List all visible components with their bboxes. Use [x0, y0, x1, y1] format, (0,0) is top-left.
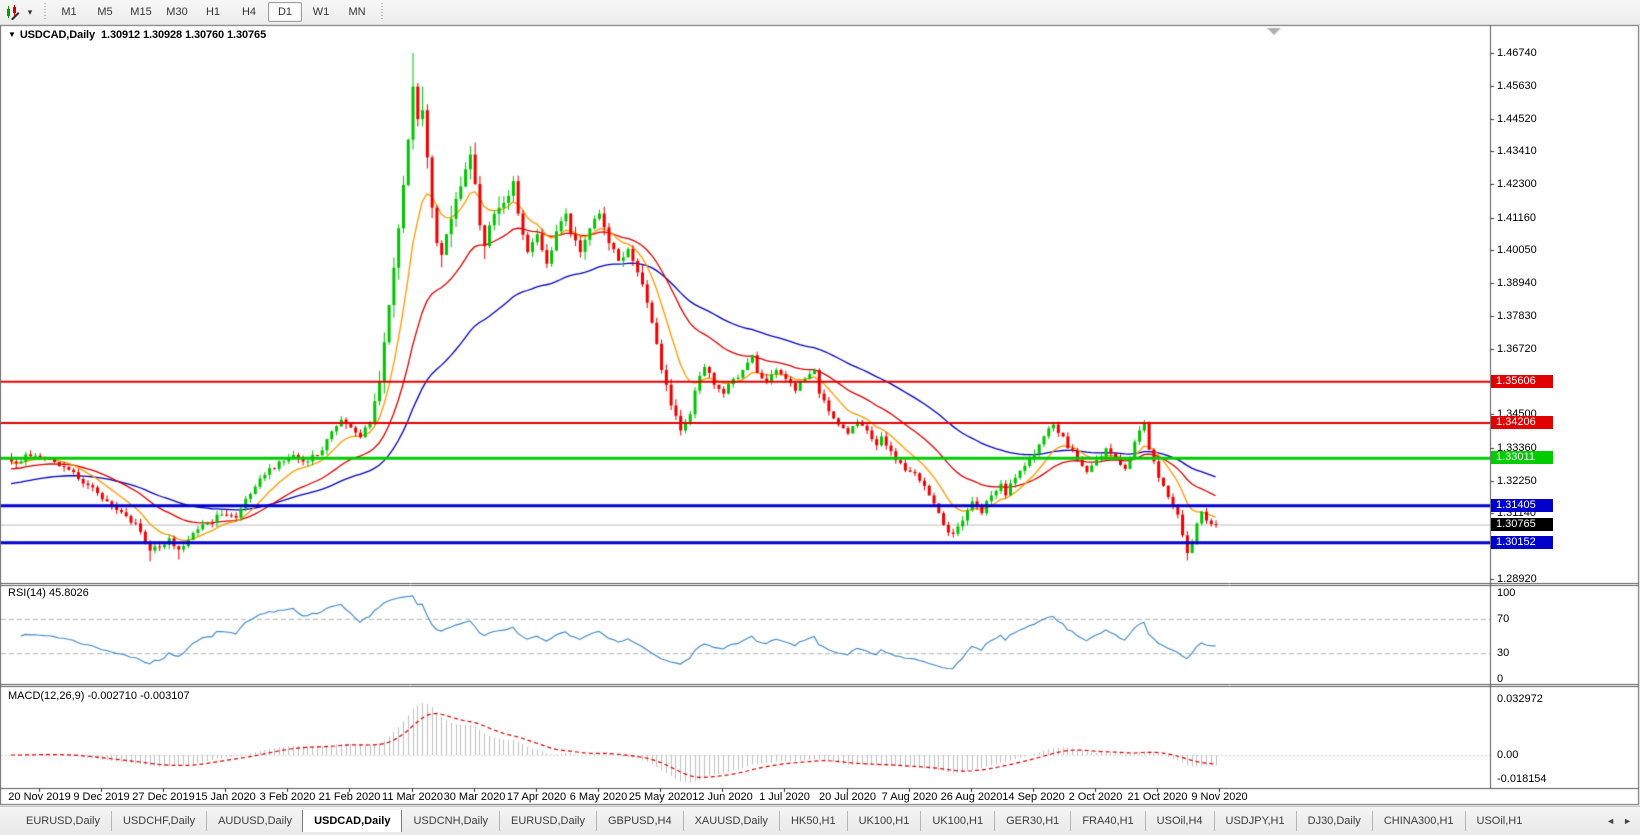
timeframe-buttons: M1 M5 M15 M30 H1 H4 D1 W1 MN: [52, 2, 374, 22]
timeframe-button-m5[interactable]: M5: [88, 2, 122, 22]
tab-dj30-daily[interactable]: DJ30,Daily: [1295, 811, 1372, 831]
tab-hk50-h1[interactable]: HK50,H1: [778, 811, 847, 831]
tab-usoil-h1[interactable]: USOil,H1: [1464, 811, 1534, 831]
timeframe-button-m1[interactable]: M1: [52, 2, 86, 22]
timeframe-button-w1[interactable]: W1: [304, 2, 338, 22]
timeframe-button-h1[interactable]: H1: [196, 2, 230, 22]
tab-gbpusd-h4[interactable]: GBPUSD,H4: [596, 811, 683, 831]
tab-china300-h1[interactable]: CHINA300,H1: [1371, 811, 1465, 831]
toolbar-grip: [41, 3, 48, 21]
chart-tabs: EURUSD,Daily USDCHF,Daily AUDUSD,Daily USDC…: [14, 810, 1602, 832]
price-chart-canvas[interactable]: [0, 0, 1640, 834]
tab-uk100-h1[interactable]: UK100,H1: [846, 811, 921, 831]
timeframe-button-mn[interactable]: MN: [340, 2, 374, 22]
tab-eurusd-daily[interactable]: EURUSD,Daily: [499, 811, 596, 831]
tab-eurusd-daily[interactable]: EURUSD,Daily: [14, 811, 111, 831]
toolbar-grip: [378, 3, 385, 21]
tabs-scroll-right-icon[interactable]: ►: [1623, 816, 1632, 826]
timeframe-button-d1[interactable]: D1: [268, 2, 302, 22]
tab-fra40-h1[interactable]: FRA40,H1: [1070, 811, 1144, 831]
tab-usoil-h4[interactable]: USOil,H4: [1144, 811, 1214, 831]
tab-ger30-h1[interactable]: GER30,H1: [994, 811, 1070, 831]
tab-usdcad-daily[interactable]: USDCAD,Daily: [302, 810, 403, 832]
tab-xauusd-daily[interactable]: XAUUSD,Daily: [682, 811, 779, 831]
timeframe-button-h4[interactable]: H4: [232, 2, 266, 22]
chart-tab-bar: EURUSD,Daily USDCHF,Daily AUDUSD,Daily USDC…: [0, 806, 1640, 835]
tab-usdchf-daily[interactable]: USDCHF,Daily: [110, 811, 206, 831]
tab-uk100-h1[interactable]: UK100,H1: [920, 811, 994, 831]
chart-tools-icon[interactable]: [3, 3, 23, 21]
tab-scroll-arrows: ◄ ►: [1606, 816, 1632, 826]
tabs-scroll-left-icon[interactable]: ◄: [1606, 816, 1615, 826]
timeframe-button-m15[interactable]: M15: [124, 2, 158, 22]
dropdown-caret-icon[interactable]: ▾: [23, 3, 37, 21]
top-toolbar: ▾ M1 M5 M15 M30 H1 H4 D1 W1 MN: [0, 0, 1640, 25]
tab-usdjpy-h1[interactable]: USDJPY,H1: [1213, 811, 1296, 831]
timeframe-button-m30[interactable]: M30: [160, 2, 194, 22]
tab-usdcnh-daily[interactable]: USDCNH,Daily: [401, 811, 499, 831]
tab-audusd-daily[interactable]: AUDUSD,Daily: [206, 811, 303, 831]
